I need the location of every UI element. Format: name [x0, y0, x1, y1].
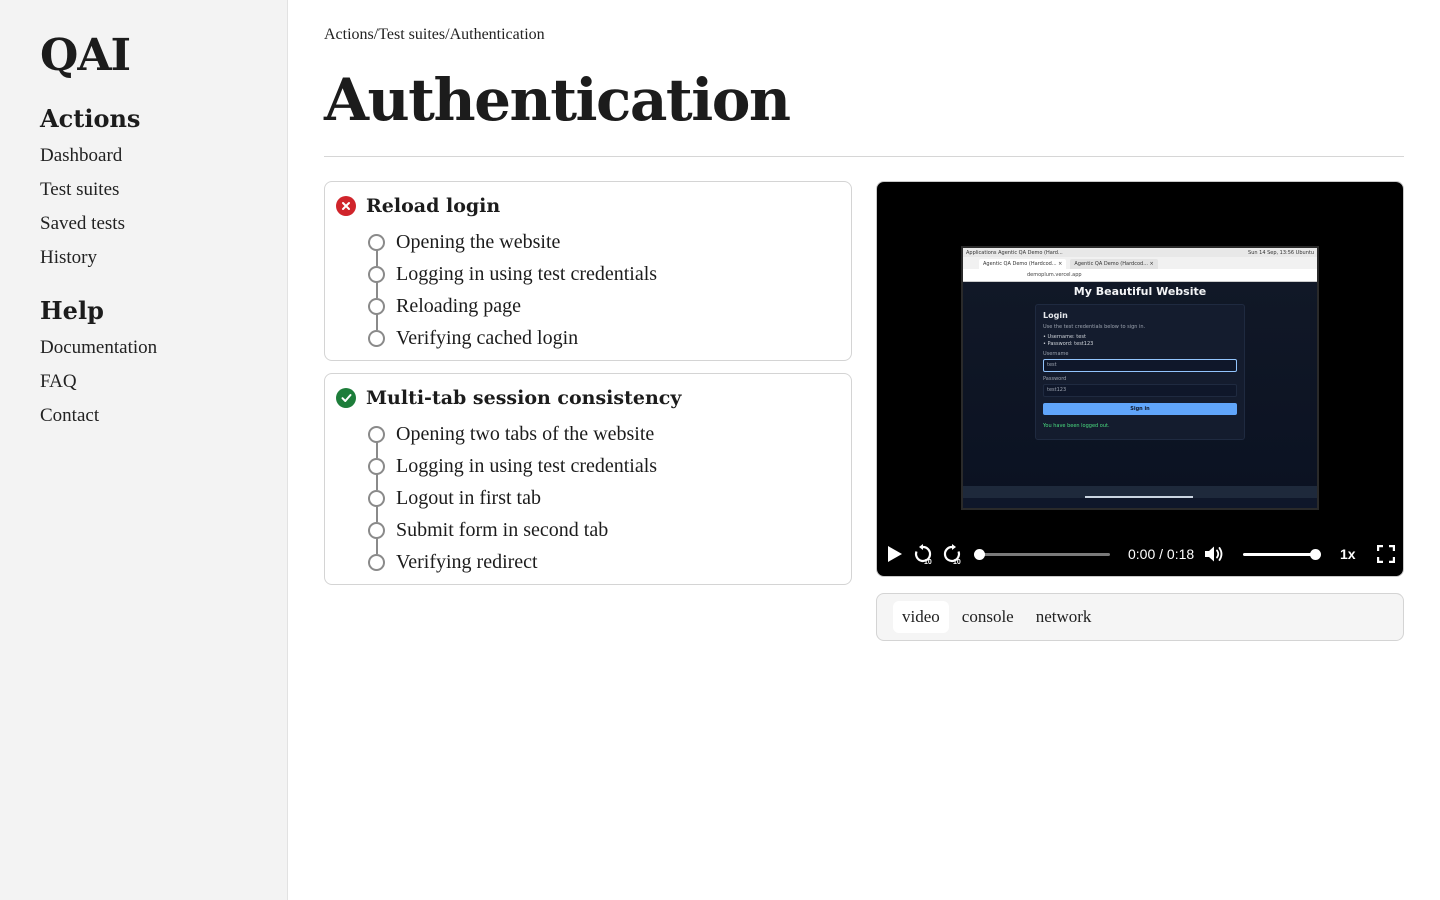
recorded-scrollbar [1085, 496, 1193, 498]
failed-icon [336, 196, 356, 216]
time-display: 0:00 / 0:18 [1128, 546, 1195, 562]
step-label: Logging in using test credentials [396, 262, 658, 285]
forward-label: 10 [953, 559, 961, 565]
step-label: Opening two tabs of the website [396, 422, 655, 445]
test-card-multi-tab-session[interactable]: Multi-tab session consistency Opening tw… [324, 373, 852, 585]
step-label: Logging in using test credentials [396, 454, 658, 477]
app-logo[interactable]: QAI [40, 30, 131, 81]
step-item: Logout in first tab [368, 482, 839, 522]
tab-video[interactable]: video [893, 601, 949, 633]
recorded-browser-tabs: Agentic QA Demo (Hardcod... × Agentic QA… [963, 257, 1317, 269]
recorded-url-bar: demoplum.vercel.app [963, 269, 1317, 282]
test-header: Reload login [336, 194, 839, 218]
volume-icon[interactable] [1202, 534, 1226, 574]
step-label: Verifying cached login [396, 326, 579, 349]
step-circle-icon [368, 297, 385, 315]
recorded-password-input: test123 [1043, 384, 1237, 397]
recorded-os-bar-right: Sun 14 Sep, 13:56 Ubuntu [1248, 249, 1314, 256]
volume-handle[interactable] [1310, 549, 1321, 560]
media-tab-bar: video console network [876, 593, 1404, 641]
progress-handle[interactable] [974, 549, 985, 560]
recorded-login-title: Login [1043, 311, 1068, 320]
step-circle-icon [368, 457, 385, 475]
video-frame[interactable]: Applications Agentic QA Demo (Hard... Su… [961, 246, 1319, 510]
test-title: Reload login [366, 195, 501, 217]
video-controls: 10 10 0:00 / 0:18 1x [877, 534, 1403, 574]
test-header: Multi-tab session consistency [336, 386, 839, 410]
step-item: Opening two tabs of the website [368, 418, 839, 458]
recorded-username-label: Username [1043, 351, 1069, 357]
recorded-logout-message: You have been logged out. [1043, 423, 1110, 429]
sidebar-item-dashboard[interactable]: Dashboard [40, 139, 140, 173]
recorded-cred-pass: • Password: test123 [1043, 341, 1094, 347]
recorded-os-bar: Applications Agentic QA Demo (Hard... Su… [963, 248, 1317, 257]
breadcrumb-test-suites[interactable]: Test suites [378, 26, 445, 43]
step-list: Opening two tabs of the website Logging … [368, 418, 839, 578]
rewind-10-icon[interactable]: 10 [911, 534, 935, 574]
recorded-os-bar-left: Applications Agentic QA Demo (Hard... [966, 249, 1063, 256]
rewind-label: 10 [924, 559, 932, 565]
step-item: Reloading page [368, 290, 839, 330]
step-label: Verifying redirect [396, 550, 538, 573]
recorded-cred-user: • Username: test [1043, 334, 1086, 340]
step-item: Logging in using test credentials [368, 258, 839, 298]
sidebar-item-faq[interactable]: FAQ [40, 365, 157, 399]
progress-bar[interactable] [979, 553, 1110, 556]
breadcrumb: Actions/Test suites/Authentication [324, 26, 545, 44]
step-circle-icon [368, 425, 385, 443]
step-label: Submit form in second tab [396, 518, 609, 541]
breadcrumb-authentication: Authentication [449, 26, 545, 43]
step-item: Verifying redirect [368, 546, 839, 578]
step-item: Opening the website [368, 226, 839, 266]
nav-section-actions: Actions Dashboard Test suites Saved test… [40, 104, 140, 275]
fullscreen-icon[interactable] [1375, 534, 1397, 574]
recorded-login-card: Login Use the test credentials below to … [1035, 304, 1245, 440]
recorded-tab: Agentic QA Demo (Hardcod... × [1070, 259, 1158, 269]
nav-heading-help: Help [40, 296, 104, 325]
step-item: Logging in using test credentials [368, 450, 839, 490]
recorded-username-input: test [1043, 359, 1237, 372]
test-title: Multi-tab session consistency [366, 387, 682, 409]
test-card-reload-login[interactable]: Reload login Opening the website Logging… [324, 181, 852, 361]
sidebar-item-history[interactable]: History [40, 241, 140, 275]
recorded-site-title: My Beautiful Website [1073, 285, 1207, 298]
step-circle-icon [368, 553, 385, 571]
title-divider [324, 156, 1404, 157]
recorded-password-label: Password [1043, 376, 1067, 382]
breadcrumb-actions[interactable]: Actions [324, 26, 374, 43]
recorded-sign-in-button: Sign in [1043, 403, 1237, 415]
recorded-tab: Agentic QA Demo (Hardcod... × [979, 259, 1067, 269]
volume-slider[interactable] [1243, 553, 1315, 556]
tab-console[interactable]: console [953, 601, 1023, 633]
playback-speed-button[interactable]: 1x [1340, 534, 1356, 574]
step-list: Opening the website Logging in using tes… [368, 226, 839, 354]
video-player[interactable]: Applications Agentic QA Demo (Hard... Su… [876, 181, 1404, 577]
step-circle-icon [368, 489, 385, 507]
sidebar-item-saved-tests[interactable]: Saved tests [40, 207, 140, 241]
sidebar-item-test-suites[interactable]: Test suites [40, 173, 140, 207]
step-item: Submit form in second tab [368, 514, 839, 554]
step-circle-icon [368, 521, 385, 539]
forward-10-icon[interactable]: 10 [940, 534, 964, 574]
step-circle-icon [368, 265, 385, 283]
step-item: Verifying cached login [368, 322, 839, 354]
step-label: Opening the website [396, 230, 561, 253]
recorded-website: My Beautiful Website Login Use the test … [963, 282, 1317, 498]
step-circle-icon [368, 329, 385, 347]
nav-heading-actions: Actions [40, 104, 141, 133]
sidebar-item-contact[interactable]: Contact [40, 399, 157, 433]
sidebar-item-documentation[interactable]: Documentation [40, 331, 157, 365]
passed-check-icon [336, 388, 356, 408]
step-circle-icon [368, 233, 385, 251]
step-label: Logout in first tab [396, 486, 541, 509]
tab-network[interactable]: network [1027, 601, 1101, 633]
sidebar: QAI Actions Dashboard Test suites Saved … [0, 0, 288, 900]
recorded-login-hint: Use the test credentials below to sign i… [1043, 324, 1146, 330]
page-title: Authentication [324, 66, 791, 134]
step-label: Reloading page [396, 294, 521, 317]
nav-section-help: Help Documentation FAQ Contact [40, 296, 157, 433]
play-icon[interactable] [883, 534, 907, 574]
